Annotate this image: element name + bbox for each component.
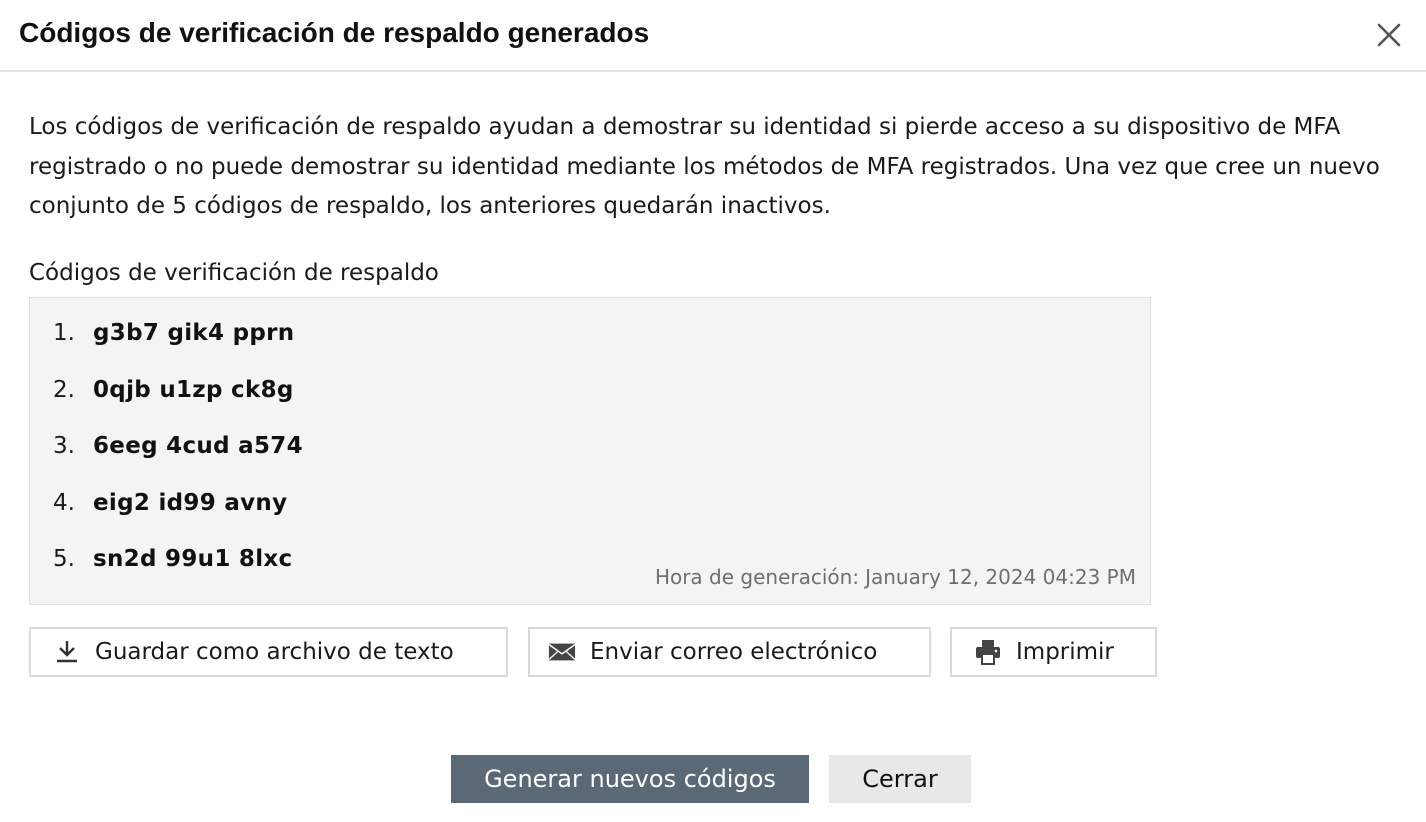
close-button[interactable] bbox=[1376, 22, 1402, 48]
generation-time: Hora de generación: January 12, 2024 04:2… bbox=[655, 565, 1136, 589]
generate-new-codes-button[interactable]: Generar nuevos códigos bbox=[451, 755, 809, 803]
code-value: 6eeg 4cud a574 bbox=[93, 433, 303, 459]
code-number: 5. bbox=[53, 546, 75, 572]
codes-label: Códigos de verificación de respaldo bbox=[29, 260, 439, 286]
code-item: 4. eig2 id99 avny bbox=[53, 490, 303, 547]
code-number: 2. bbox=[53, 376, 75, 403]
generation-time-value: January 12, 2024 04:23 PM bbox=[865, 565, 1136, 589]
code-value: sn2d 99u1 8lxc bbox=[93, 546, 293, 572]
dialog-title: Códigos de verificación de respaldo gene… bbox=[19, 17, 650, 48]
print-label: Imprimir bbox=[1016, 639, 1114, 665]
dialog-header: Códigos de verificación de respaldo gene… bbox=[0, 0, 1426, 72]
printer-icon bbox=[974, 638, 1002, 666]
codes-box: 1. g3b7 gik4 pprn 2. 0qjb u1zp ck8g 3. 6… bbox=[29, 297, 1151, 605]
code-value: g3b7 gik4 pprn bbox=[93, 320, 295, 346]
generation-time-label: Hora de generación: bbox=[654, 565, 860, 589]
code-number: 1. bbox=[53, 320, 75, 346]
print-button[interactable]: Imprimir bbox=[950, 627, 1157, 677]
code-item: 1. g3b7 gik4 pprn bbox=[53, 320, 303, 377]
close-icon bbox=[1377, 23, 1401, 47]
code-number: 3. bbox=[53, 433, 75, 459]
save-as-text-button[interactable]: Guardar como archivo de texto bbox=[29, 627, 508, 677]
code-item: 2. 0qjb u1zp ck8g bbox=[53, 377, 303, 434]
description-text: Los códigos de verificación de respaldo … bbox=[29, 114, 1380, 219]
save-as-text-label: Guardar como archivo de texto bbox=[95, 639, 454, 665]
send-email-button[interactable]: Enviar correo electrónico bbox=[528, 627, 931, 677]
code-value: eig2 id99 avny bbox=[93, 489, 288, 516]
code-list: 1. g3b7 gik4 pprn 2. 0qjb u1zp ck8g 3. 6… bbox=[53, 320, 303, 603]
envelope-icon bbox=[548, 638, 576, 666]
send-email-label: Enviar correo electrónico bbox=[590, 639, 878, 665]
code-item: 3. 6eeg 4cud a574 bbox=[53, 433, 303, 490]
code-value: 0qjb u1zp ck8g bbox=[93, 376, 294, 403]
code-item: 5. sn2d 99u1 8lxc bbox=[53, 546, 303, 603]
download-icon bbox=[53, 638, 81, 666]
code-number: 4. bbox=[53, 489, 75, 516]
close-dialog-button[interactable]: Cerrar bbox=[829, 755, 971, 803]
dialog-body: Los códigos de verificación de respaldo … bbox=[29, 108, 1399, 227]
